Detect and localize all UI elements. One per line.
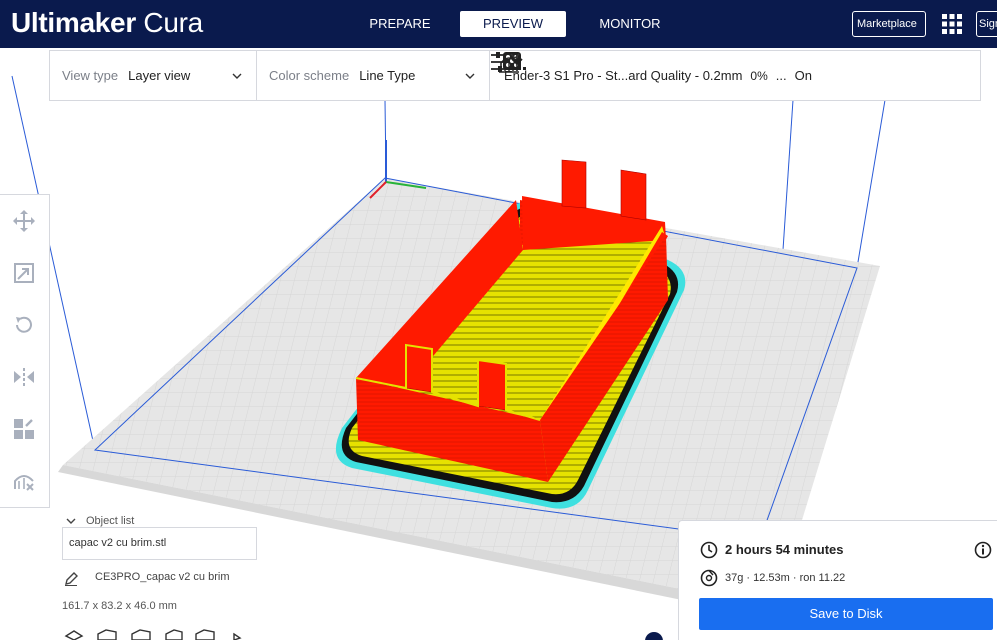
- spool-icon: [700, 569, 718, 587]
- clip-tab: [561, 159, 587, 209]
- rotate-icon: [16, 316, 32, 333]
- app-header: Ultimaker Cura PREPARE PREVIEW MONITOR M…: [0, 0, 997, 48]
- chevron-down-icon: [66, 518, 76, 524]
- mirror-icon: [14, 368, 34, 386]
- camera-view-buttons[interactable]: [62, 628, 242, 640]
- print-profile-label: Ender-3 S1 Pro - St...ard Quality - 0.2m…: [504, 68, 743, 83]
- view-type-selector[interactable]: View type Layer view: [50, 51, 257, 100]
- view-toolbar: View type Layer view Color scheme Line T…: [49, 50, 981, 101]
- view-type-label: View type: [62, 68, 119, 83]
- info-icon[interactable]: [974, 541, 992, 559]
- tab-prepare[interactable]: PREPARE: [360, 11, 440, 37]
- print-setup-selector[interactable]: Ender-3 S1 Pro - St...ard Quality - 0.2m…: [490, 51, 980, 100]
- mirror-tool-button[interactable]: [10, 363, 38, 391]
- save-to-disk-button[interactable]: Save to Disk: [699, 598, 993, 630]
- job-name[interactable]: CE3PRO_capac v2 cu brim: [95, 571, 230, 583]
- tab-preview[interactable]: PREVIEW: [460, 11, 566, 37]
- rotate-tool-button[interactable]: [10, 311, 38, 339]
- adhesion-value: On: [794, 68, 812, 83]
- print-time: 2 hours 54 minutes: [725, 542, 844, 557]
- object-list-label: Object list: [86, 515, 135, 527]
- support-blocker-button[interactable]: [10, 467, 38, 495]
- per-model-settings-icon: [14, 419, 34, 439]
- apps-grid-icon[interactable]: [942, 14, 962, 34]
- scale-tool-button[interactable]: [10, 259, 38, 287]
- support-value: ...: [775, 68, 787, 83]
- print-info-panel: 2 hours 54 minutes 37g · 12.53m · ron 11…: [678, 520, 997, 640]
- per-model-settings-button[interactable]: [10, 415, 38, 443]
- color-scheme-value: Line Type: [359, 68, 416, 83]
- support-blocker-icon: [14, 475, 34, 491]
- move-tool-button[interactable]: [10, 207, 38, 235]
- clock-icon: [700, 541, 718, 559]
- scale-icon: [14, 263, 34, 283]
- app-logo: Ultimaker Cura: [11, 7, 203, 38]
- model-dimensions: 161.7 x 83.2 x 46.0 mm: [62, 600, 177, 612]
- pencil-icon[interactable]: [64, 572, 78, 586]
- object-list-item[interactable]: capac v2 cu brim.stl: [62, 527, 257, 560]
- chevron-down-icon: [510, 53, 520, 59]
- view-type-value: Layer view: [128, 68, 191, 83]
- color-scheme-label: Color scheme: [269, 68, 350, 83]
- marketplace-button[interactable]: Marketplace: [852, 11, 926, 37]
- material-estimate: 37g · 12.53m · ron 11.22: [725, 572, 846, 584]
- tab-monitor[interactable]: MONITOR: [588, 11, 672, 37]
- move-icon: [13, 210, 35, 232]
- infill-value: 0%: [750, 68, 768, 83]
- chevron-down-icon: [232, 73, 242, 79]
- color-scheme-selector[interactable]: Color scheme Line Type: [257, 51, 490, 100]
- sign-in-button[interactable]: Sign in: [976, 11, 997, 37]
- tool-sidebar: [0, 194, 50, 508]
- object-list-toggle[interactable]: Object list: [66, 515, 134, 527]
- chevron-down-icon: [465, 73, 475, 79]
